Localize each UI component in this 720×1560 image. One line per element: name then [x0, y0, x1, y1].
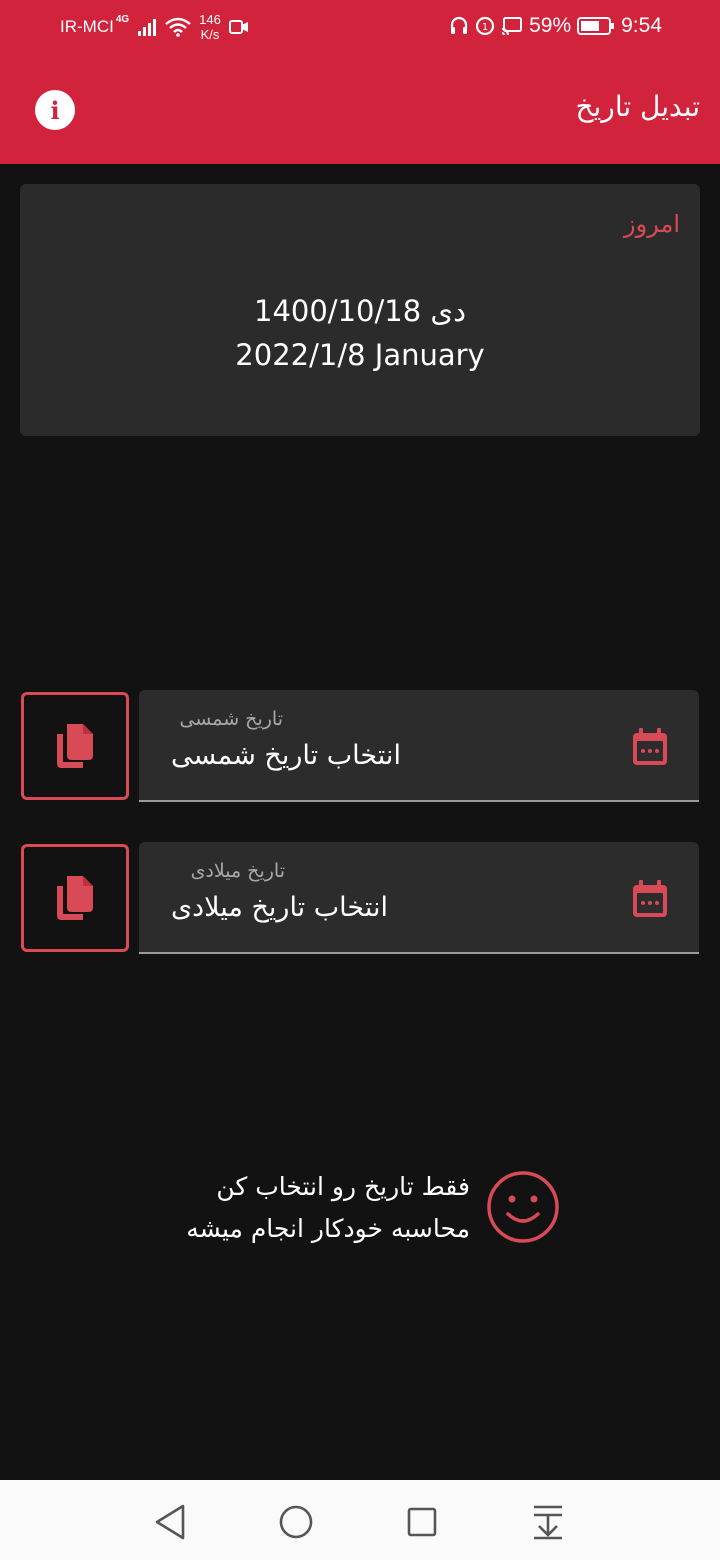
shamsi-field-label: تاریخ شمسی	[179, 708, 283, 730]
speed-value: 146	[199, 12, 221, 27]
today-gregorian-date: 2022/1/8 January	[235, 338, 485, 372]
today-label: امروز	[624, 210, 680, 238]
shamsi-date-field[interactable]: تاریخ شمسی انتخاب تاریخ شمسی	[139, 690, 699, 802]
net-speed: 146 K/s	[199, 12, 221, 42]
app-bar: تبدیل تاریخ i	[0, 56, 720, 164]
nav-home-button[interactable]	[274, 1500, 318, 1544]
hint-line-1: فقط تاریخ رو انتخاب کن	[216, 1172, 470, 1201]
app-title: تبدیل تاریخ	[575, 90, 700, 123]
system-nav-bar	[0, 1480, 720, 1560]
status-right: 1 59% 9:54	[449, 14, 662, 38]
hint-line-2: محاسبه خودکار انجام میشه	[186, 1214, 470, 1243]
battery-icon	[577, 17, 615, 35]
back-icon	[155, 1504, 185, 1540]
copy-gregorian-button[interactable]	[21, 844, 129, 952]
nav-recents-button[interactable]	[400, 1500, 444, 1544]
speed-unit: K/s	[200, 27, 220, 42]
recents-icon	[407, 1507, 437, 1537]
video-icon	[228, 20, 248, 34]
data-saver-icon: 1	[475, 16, 495, 36]
status-bar: IR-MCI 4G 146 K/s 1 59% 9:54	[0, 0, 720, 56]
cast-icon	[501, 17, 523, 36]
copy-icon	[57, 724, 93, 768]
info-icon: i	[50, 95, 60, 125]
wifi-icon	[165, 17, 191, 37]
nav-notifications-button[interactable]	[526, 1500, 570, 1544]
pull-down-icon	[534, 1505, 562, 1540]
headphones-icon	[450, 16, 468, 34]
calendar-icon[interactable]	[631, 879, 669, 919]
hint-text: فقط تاریخ رو انتخاب کن محاسبه خودکار انج…	[140, 1166, 470, 1250]
battery-percent: 59%	[529, 14, 572, 37]
info-button[interactable]: i	[35, 90, 75, 130]
nav-back-button[interactable]	[148, 1500, 192, 1544]
gregorian-field-label: تاریخ میلادی	[190, 860, 285, 882]
carrier-label: IR-MCI	[60, 17, 114, 36]
svg-text:1: 1	[482, 22, 488, 33]
signal-icon	[138, 19, 157, 36]
home-icon	[279, 1505, 313, 1539]
today-card: امروز دی 1400/10/18 2022/1/8 January	[20, 184, 700, 436]
clock: 9:54	[621, 14, 662, 37]
copy-shamsi-button[interactable]	[21, 692, 129, 800]
gregorian-field-value: انتخاب تاریخ میلادی	[171, 892, 389, 923]
network-type: 4G	[115, 13, 130, 25]
status-left: IR-MCI 4G 146 K/s	[60, 12, 249, 42]
smiley-icon	[487, 1171, 559, 1243]
copy-icon	[57, 876, 93, 920]
shamsi-field-value: انتخاب تاریخ شمسی	[171, 740, 401, 771]
gregorian-date-field[interactable]: تاریخ میلادی انتخاب تاریخ میلادی	[139, 842, 699, 954]
today-shamsi-date: دی 1400/10/18	[254, 294, 466, 328]
calendar-icon[interactable]	[631, 727, 669, 767]
